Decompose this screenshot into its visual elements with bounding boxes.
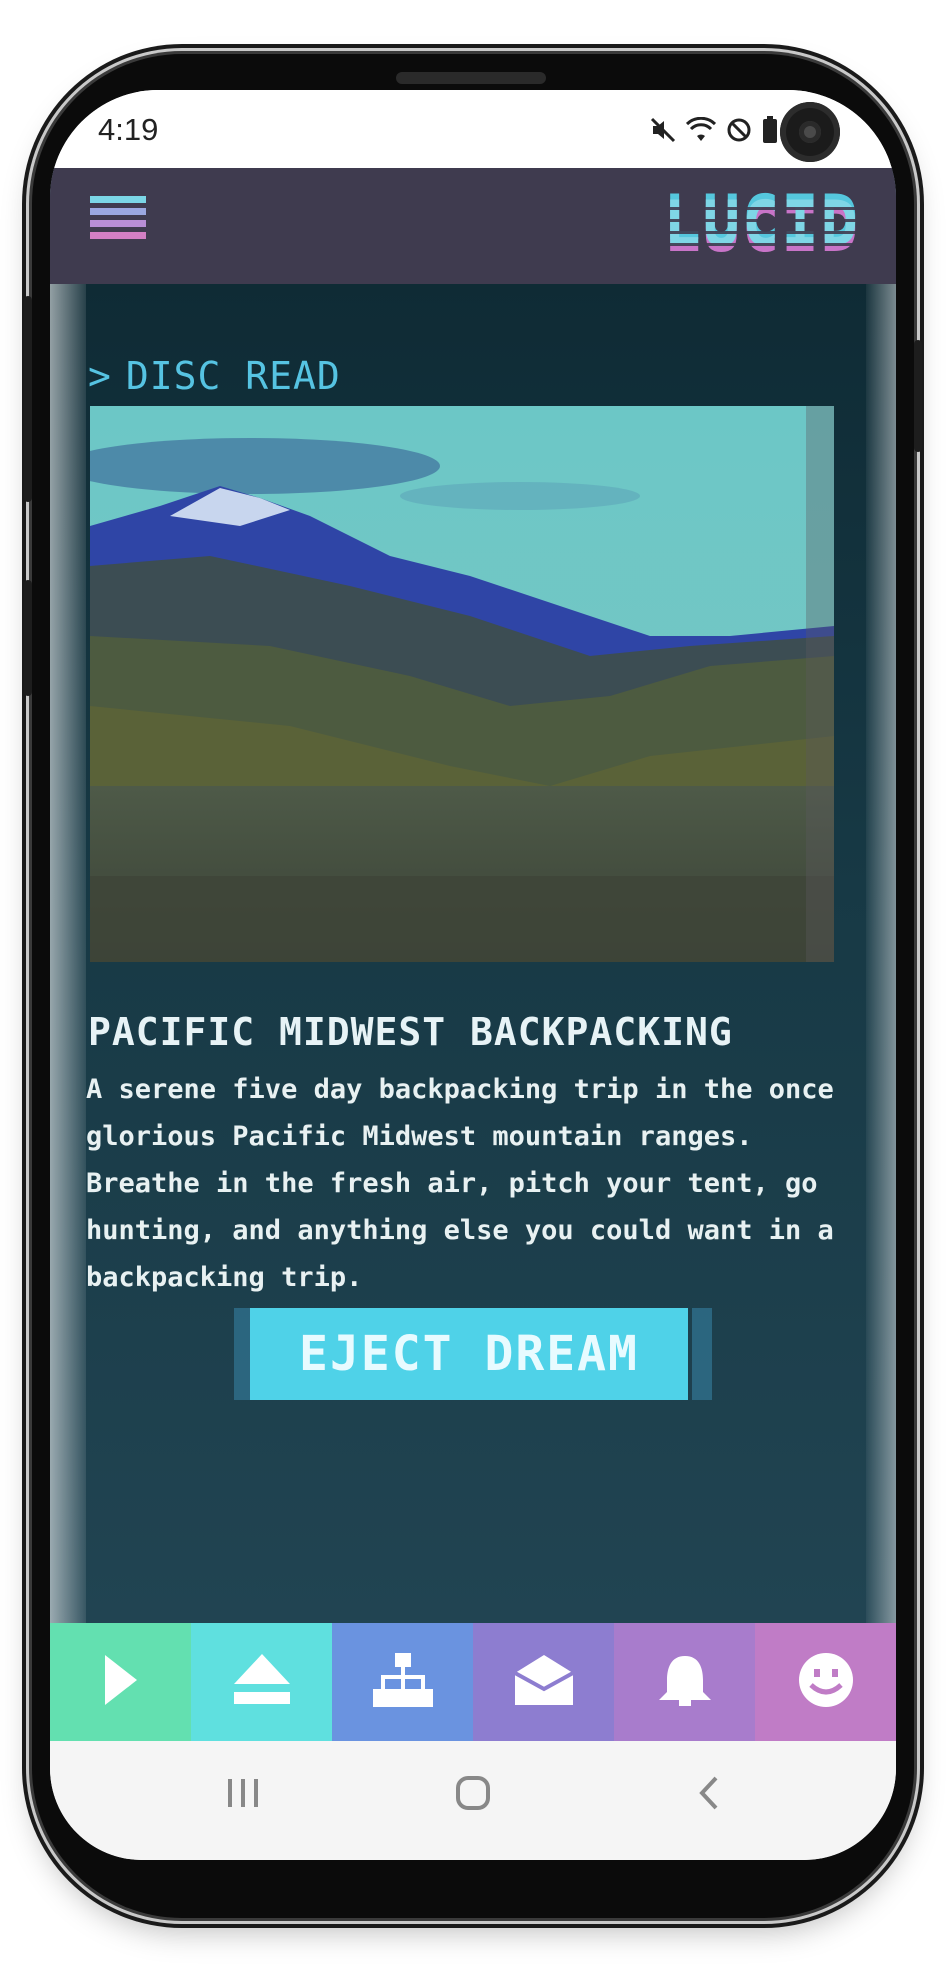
breadcrumb-label: DISC READ bbox=[125, 354, 341, 398]
dream-detail: > DISC READ PACIFIC MIDWEST BACKPACKING … bbox=[50, 284, 896, 1623]
battery-icon bbox=[762, 116, 778, 148]
tab-mail[interactable] bbox=[473, 1623, 614, 1741]
earpiece bbox=[396, 72, 546, 84]
back-icon[interactable] bbox=[698, 1775, 720, 1815]
play-icon bbox=[101, 1653, 141, 1711]
tab-notifications[interactable] bbox=[614, 1623, 755, 1741]
status-icons bbox=[650, 116, 778, 148]
do-not-disturb-icon bbox=[726, 117, 752, 147]
home-icon[interactable] bbox=[455, 1775, 491, 1815]
tab-profile[interactable] bbox=[755, 1623, 896, 1741]
chevron-right-icon: > bbox=[88, 354, 112, 398]
screen: 4:19 LUCID > DISC READ PACIFIC MIDWEST B… bbox=[50, 90, 896, 1860]
mountain-valley-photo bbox=[90, 406, 834, 962]
eject-dream-button[interactable]: EJECT DREAM bbox=[250, 1308, 688, 1400]
app-root: LUCID > DISC READ PACIFIC MIDWEST BACKPA… bbox=[50, 168, 896, 1623]
status-bar: 4:19 bbox=[50, 90, 896, 168]
smiley-icon bbox=[797, 1651, 855, 1713]
tab-eject[interactable] bbox=[191, 1623, 332, 1741]
eject-icon bbox=[232, 1652, 292, 1712]
screen-edge-glare-right bbox=[866, 284, 896, 1623]
screen-edge-glare-left bbox=[50, 284, 86, 1623]
hamburger-menu-icon[interactable] bbox=[90, 196, 146, 252]
eject-button-frame: EJECT DREAM bbox=[234, 1308, 712, 1400]
front-camera bbox=[780, 102, 840, 162]
system-nav-bar bbox=[50, 1741, 896, 1860]
mail-icon bbox=[513, 1653, 575, 1711]
dream-description: A serene five day backpacking trip in th… bbox=[86, 1074, 834, 1293]
network-icon bbox=[372, 1651, 433, 1713]
mute-icon bbox=[650, 117, 676, 147]
tab-network[interactable] bbox=[332, 1623, 473, 1741]
app-header: LUCID bbox=[50, 168, 896, 284]
bixby-button bbox=[24, 580, 32, 696]
eject-button-edge-right bbox=[692, 1308, 712, 1400]
bottom-tab-bar bbox=[50, 1623, 896, 1741]
volume-button bbox=[24, 296, 32, 502]
eject-button-edge-left bbox=[234, 1308, 250, 1400]
dream-title: PACIFIC MIDWEST BACKPACKING bbox=[88, 1010, 733, 1054]
wifi-icon bbox=[685, 116, 717, 147]
recent-apps-icon[interactable] bbox=[226, 1777, 260, 1813]
status-time: 4:19 bbox=[98, 112, 159, 147]
tab-play[interactable] bbox=[50, 1623, 191, 1741]
bell-icon bbox=[655, 1652, 715, 1712]
breadcrumb: > DISC READ bbox=[88, 354, 341, 398]
app-logo: LUCID bbox=[663, 187, 860, 260]
power-button bbox=[914, 340, 922, 452]
